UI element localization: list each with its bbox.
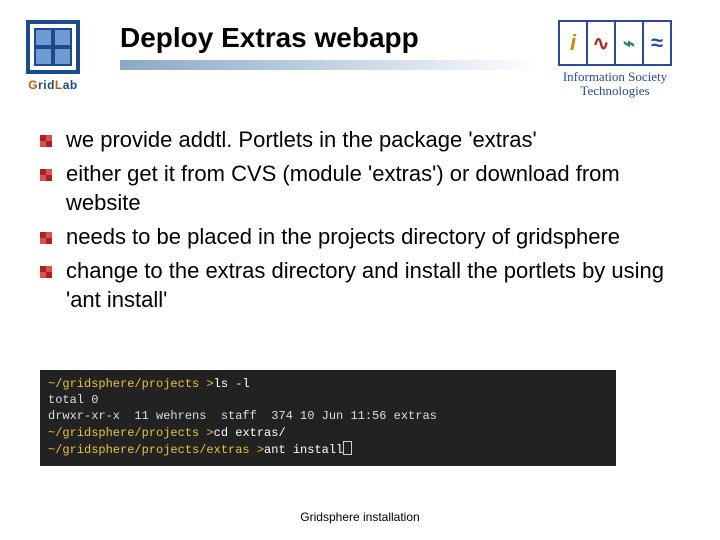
content: we provide addtl. Portlets in the packag… — [40, 125, 680, 319]
list-item: either get it from CVS (module 'extras')… — [40, 159, 680, 218]
ist-logo-label: Information Society Technologies — [540, 70, 690, 99]
gridlab-logo-icon — [26, 20, 80, 74]
ist-logo: i ∿ ⌁ ≈ Information Society Technologies — [540, 20, 690, 99]
list-item: needs to be placed in the projects direc… — [40, 222, 680, 252]
footer-text: Gridsphere installation — [0, 510, 720, 524]
gridlab-logo: GridLab — [18, 20, 88, 92]
ist-logo-icon: i ∿ ⌁ ≈ — [558, 20, 672, 66]
gridlab-logo-label: GridLab — [18, 78, 88, 92]
bullet-list: we provide addtl. Portlets in the packag… — [40, 125, 680, 315]
terminal-output: ~/gridsphere/projects >ls -ltotal 0drwxr… — [40, 370, 616, 466]
list-item: we provide addtl. Portlets in the packag… — [40, 125, 680, 155]
page-title: Deploy Extras webapp — [120, 22, 540, 54]
title-block: Deploy Extras webapp — [120, 22, 540, 70]
title-rule — [120, 60, 540, 70]
list-item: change to the extras directory and insta… — [40, 256, 680, 315]
